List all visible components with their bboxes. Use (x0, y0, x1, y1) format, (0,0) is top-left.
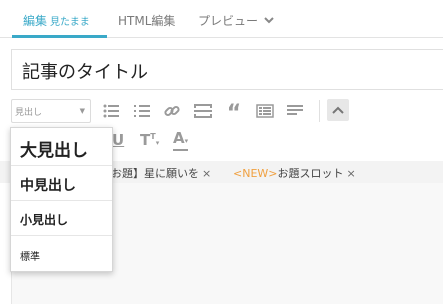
text-color-icon[interactable]: A▾ (173, 129, 189, 151)
tab-preview[interactable]: プレビュー (198, 12, 274, 29)
format-option-h1[interactable]: 大見出し (11, 128, 112, 166)
collapse-up-icon (332, 106, 344, 114)
format-option-label: 中見出し (20, 178, 76, 194)
text-color-glyph: A (173, 129, 185, 147)
text-size-icon[interactable]: TT▾ (140, 131, 159, 149)
format-option-label: 標準 (20, 252, 40, 263)
read-more-icon[interactable] (192, 100, 214, 122)
link-icon[interactable] (161, 100, 183, 122)
tag-item: <NEW>お題スロット × (233, 165, 356, 181)
underline-icon[interactable]: U (112, 131, 124, 149)
format-option-h2[interactable]: 中見出し (11, 166, 112, 201)
tag-new-badge: <NEW> (233, 167, 278, 180)
tag-label: お題】星に願いを (111, 167, 199, 180)
format-option-label: 小見出し (20, 213, 69, 227)
format-option-h3[interactable]: 小見出し (11, 201, 112, 236)
numbered-list-icon[interactable] (131, 100, 153, 122)
text-size-glyph: T (140, 131, 151, 149)
tag-remove-icon[interactable]: × (202, 167, 211, 180)
table-icon[interactable] (254, 100, 276, 122)
editor-toolbar: 見出し ▼ “ (11, 96, 443, 126)
article-title-input[interactable]: 記事のタイトル (11, 49, 443, 90)
tab-edit[interactable]: 編集 見たまま (23, 12, 90, 29)
tab-preview-label: プレビュー (198, 14, 259, 28)
format-select-value: 見出し (15, 108, 43, 118)
horizontal-rule-icon[interactable] (284, 100, 306, 122)
tab-html-edit[interactable]: HTML編集 (118, 12, 175, 29)
format-dropdown-menu: 大見出し 中見出し 小見出し 標準 (10, 127, 113, 272)
active-tab-indicator (12, 35, 107, 38)
tag-remove-icon[interactable]: × (347, 167, 356, 180)
article-title-text: 記事のタイトル (22, 62, 148, 83)
tab-html-edit-label: HTML編集 (118, 14, 176, 28)
tag-label: お題スロット (277, 167, 344, 180)
toolbar-divider (319, 100, 320, 122)
bullet-list-icon[interactable] (100, 100, 122, 122)
tag-item: お題】星に願いを × (111, 165, 211, 181)
format-option-label: 大見出し (20, 141, 88, 161)
format-select[interactable]: 見出し ▼ (11, 99, 91, 123)
tab-edit-label: 編集 (23, 14, 48, 28)
tab-edit-sublabel: 見たまま (50, 17, 90, 28)
chevron-down-icon (264, 16, 274, 27)
collapse-toolbar-button[interactable] (327, 99, 349, 121)
blockquote-icon[interactable]: “ (223, 100, 245, 125)
format-option-paragraph[interactable]: 標準 (11, 236, 112, 271)
editor-mode-tabs: 編集 見たまま HTML編集 プレビュー (0, 0, 443, 38)
caret-down-icon: ▼ (79, 107, 85, 115)
